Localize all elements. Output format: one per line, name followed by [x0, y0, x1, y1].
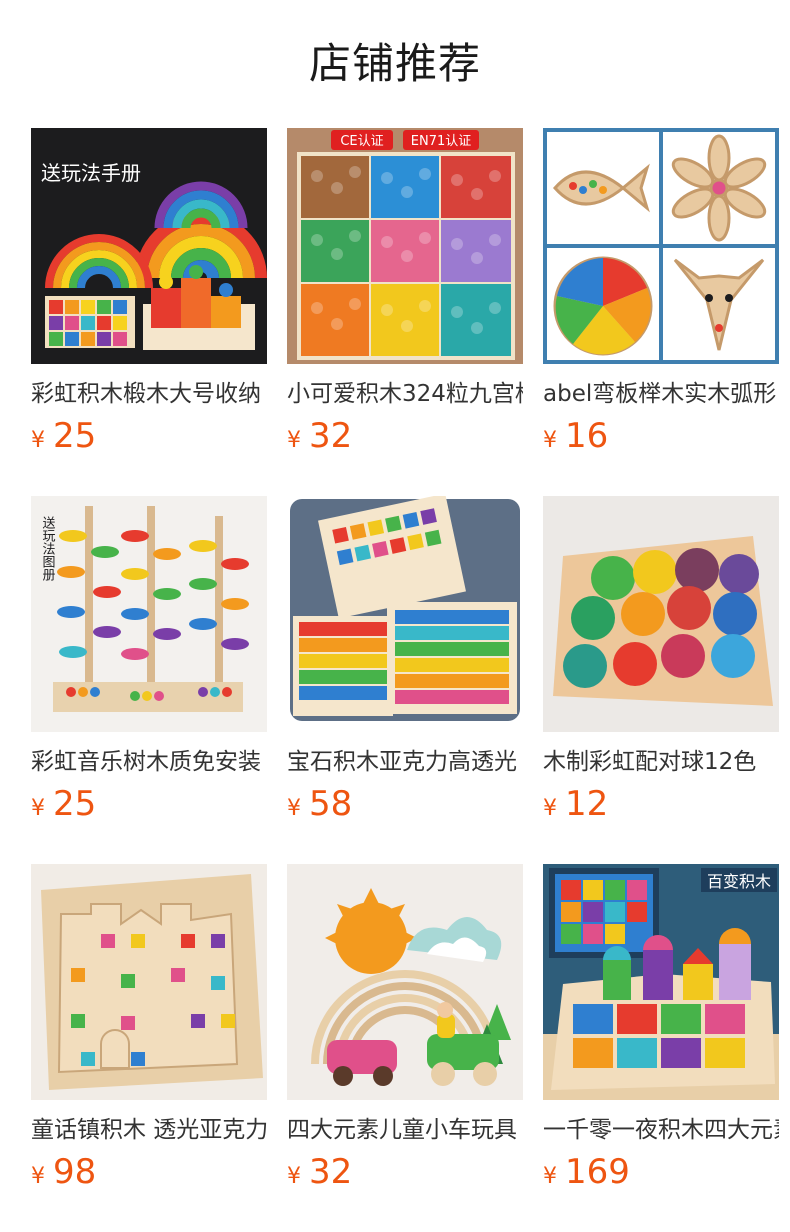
product-name[interactable]: abel弯板榉木实木弧形 — [543, 378, 779, 410]
promo-overlay-text: 百变积木 — [707, 872, 771, 891]
product-name[interactable]: 木制彩虹配对球12色 — [543, 746, 779, 778]
product-price: ¥25 — [31, 416, 267, 456]
certification-badge: EN71认证 — [411, 134, 471, 149]
price-value: 16 — [565, 416, 609, 456]
product-price: ¥58 — [287, 784, 523, 824]
product-price: ¥12 — [543, 784, 779, 824]
price-value: 169 — [565, 1152, 630, 1192]
currency-symbol: ¥ — [543, 796, 557, 821]
product-price: ¥32 — [287, 1152, 523, 1192]
product-card[interactable]: 百变积木 一千零一夜积木四大元素 ¥169 — [543, 864, 779, 1192]
price-value: 98 — [53, 1152, 97, 1192]
product-price: ¥16 — [543, 416, 779, 456]
currency-symbol: ¥ — [31, 428, 45, 453]
curved-boards-image[interactable] — [543, 128, 779, 364]
product-name[interactable]: 小可爱积木324粒九宫格 — [287, 378, 523, 410]
currency-symbol: ¥ — [287, 1164, 301, 1189]
rainbow-stacker-image[interactable]: 送玩法手册 — [31, 128, 267, 364]
product-price: ¥25 — [31, 784, 267, 824]
currency-symbol: ¥ — [31, 1164, 45, 1189]
product-card[interactable]: abel弯板榉木实木弧形 ¥16 — [543, 128, 779, 456]
fairy-town-blocks-image[interactable] — [31, 864, 267, 1100]
product-price: ¥169 — [543, 1152, 779, 1192]
currency-symbol: ¥ — [31, 796, 45, 821]
currency-symbol: ¥ — [543, 1164, 557, 1189]
product-price: ¥32 — [287, 416, 523, 456]
product-name[interactable]: 一千零一夜积木四大元素 — [543, 1114, 779, 1146]
certification-badge: CE认证 — [340, 134, 383, 149]
product-card[interactable]: CE认证 EN71认证 小可爱积木324粒九宫格 ¥ 32 — [287, 128, 523, 456]
price-value: 25 — [53, 416, 97, 456]
product-name[interactable]: 童话镇积木 透光亚克力 — [31, 1114, 267, 1146]
music-tree-image[interactable]: 送玩法图册 — [31, 496, 267, 732]
page-title: 店铺推荐 — [308, 39, 481, 88]
currency-symbol: ¥ — [543, 428, 557, 453]
price-value: 25 — [53, 784, 97, 824]
currency-symbol: ¥ — [287, 428, 301, 453]
product-name[interactable]: 彩虹积木椴木大号收纳 — [31, 378, 267, 410]
promo-overlay-text: 送玩法手册 — [41, 161, 141, 185]
elements-car-image[interactable] — [287, 864, 523, 1100]
arabian-nights-blocks-image[interactable]: 百变积木 — [543, 864, 779, 1100]
product-name[interactable]: 四大元素儿童小车玩具 — [287, 1114, 523, 1146]
currency-symbol: ¥ — [287, 796, 301, 821]
gem-blocks-image[interactable] — [287, 496, 523, 732]
product-card[interactable]: 送玩法图册 彩虹音乐树木质免安装 ¥ 25 — [31, 496, 267, 824]
wooden-peg-tray-image[interactable]: CE认证 EN71认证 — [287, 128, 523, 364]
product-name[interactable]: 彩虹音乐树木质免安装 — [31, 746, 267, 778]
product-card[interactable]: 送玩法手册 彩虹积木椴木大号收纳 ¥ 25 — [31, 128, 267, 456]
price-value: 58 — [309, 784, 353, 824]
rainbow-balls-image[interactable] — [543, 496, 779, 732]
product-price: ¥98 — [31, 1152, 267, 1192]
product-card[interactable]: 木制彩虹配对球12色 ¥12 — [543, 496, 779, 824]
price-value: 32 — [309, 1152, 353, 1192]
product-name[interactable]: 宝石积木亚克力高透光 — [287, 746, 523, 778]
price-value: 32 — [309, 416, 353, 456]
product-card[interactable]: 四大元素儿童小车玩具 ¥32 — [287, 864, 523, 1192]
product-card[interactable]: 宝石积木亚克力高透光 ¥58 — [287, 496, 523, 824]
price-value: 12 — [565, 784, 609, 824]
promo-overlay-text: 送玩法图册 — [40, 516, 56, 582]
product-card[interactable]: 童话镇积木 透光亚克力 ¥98 — [31, 864, 267, 1192]
